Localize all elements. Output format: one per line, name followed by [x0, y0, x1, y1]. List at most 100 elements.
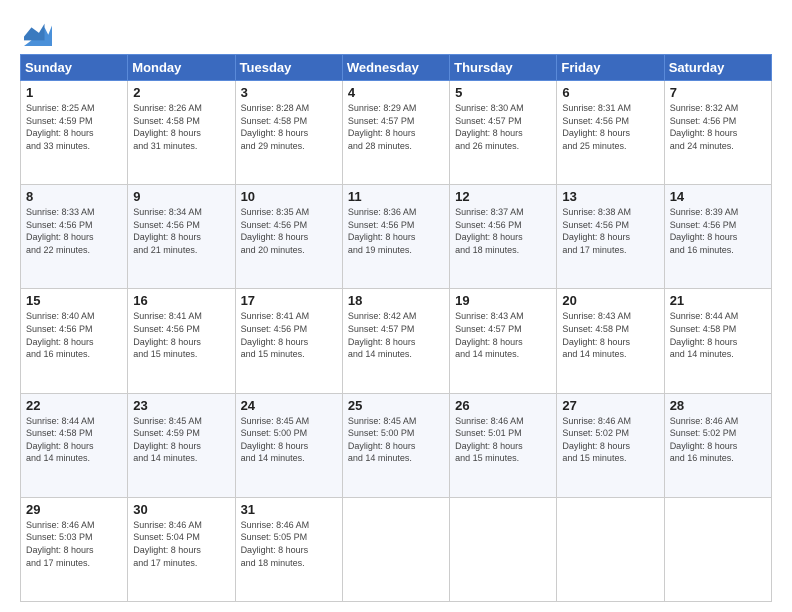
- cell-text: Sunrise: 8:45 AMSunset: 5:00 PMDaylight:…: [348, 415, 444, 465]
- calendar-cell: 21 Sunrise: 8:44 AMSunset: 4:58 PMDayligh…: [664, 289, 771, 393]
- day-number: 28: [670, 398, 766, 413]
- cell-text: Sunrise: 8:43 AMSunset: 4:57 PMDaylight:…: [455, 310, 551, 360]
- calendar-cell: 18 Sunrise: 8:42 AMSunset: 4:57 PMDayligh…: [342, 289, 449, 393]
- day-number: 21: [670, 293, 766, 308]
- day-number: 29: [26, 502, 122, 517]
- weekday-friday: Friday: [557, 55, 664, 81]
- cell-text: Sunrise: 8:46 AMSunset: 5:05 PMDaylight:…: [241, 519, 337, 569]
- calendar-cell: 12 Sunrise: 8:37 AMSunset: 4:56 PMDayligh…: [450, 185, 557, 289]
- cell-text: Sunrise: 8:43 AMSunset: 4:58 PMDaylight:…: [562, 310, 658, 360]
- day-number: 9: [133, 189, 229, 204]
- calendar-cell: 17 Sunrise: 8:41 AMSunset: 4:56 PMDayligh…: [235, 289, 342, 393]
- weekday-header-row: SundayMondayTuesdayWednesdayThursdayFrid…: [21, 55, 772, 81]
- week-row-4: 22Sunrise: 8:44 AMSunset: 4:58 PMDayligh…: [21, 393, 772, 497]
- cell-text: Sunrise: 8:44 AMSunset: 4:58 PMDaylight:…: [670, 310, 766, 360]
- calendar-cell: [450, 497, 557, 601]
- calendar-cell: 31 Sunrise: 8:46 AMSunset: 5:05 PMDayligh…: [235, 497, 342, 601]
- cell-text: Sunrise: 8:36 AMSunset: 4:56 PMDaylight:…: [348, 206, 444, 256]
- week-row-1: 1 Sunrise: 8:25 AMSunset: 4:59 PMDaylight…: [21, 81, 772, 185]
- weekday-monday: Monday: [128, 55, 235, 81]
- cell-text: Sunrise: 8:33 AMSunset: 4:56 PMDaylight:…: [26, 206, 122, 256]
- day-number: 5: [455, 85, 551, 100]
- calendar-cell: [557, 497, 664, 601]
- cell-text: Sunrise: 8:42 AMSunset: 4:57 PMDaylight:…: [348, 310, 444, 360]
- weekday-thursday: Thursday: [450, 55, 557, 81]
- day-number: 30: [133, 502, 229, 517]
- day-number: 26: [455, 398, 551, 413]
- logo-icon: [24, 18, 52, 46]
- cell-text: Sunrise: 8:46 AMSunset: 5:01 PMDaylight:…: [455, 415, 551, 465]
- calendar-cell: 24Sunrise: 8:45 AMSunset: 5:00 PMDayligh…: [235, 393, 342, 497]
- day-number: 11: [348, 189, 444, 204]
- calendar-cell: 11 Sunrise: 8:36 AMSunset: 4:56 PMDayligh…: [342, 185, 449, 289]
- calendar-cell: 5 Sunrise: 8:30 AMSunset: 4:57 PMDaylight…: [450, 81, 557, 185]
- week-row-2: 8 Sunrise: 8:33 AMSunset: 4:56 PMDaylight…: [21, 185, 772, 289]
- cell-text: Sunrise: 8:44 AMSunset: 4:58 PMDaylight:…: [26, 415, 122, 465]
- calendar-cell: 22Sunrise: 8:44 AMSunset: 4:58 PMDayligh…: [21, 393, 128, 497]
- calendar-cell: 2 Sunrise: 8:26 AMSunset: 4:58 PMDaylight…: [128, 81, 235, 185]
- cell-text: Sunrise: 8:30 AMSunset: 4:57 PMDaylight:…: [455, 102, 551, 152]
- header: [20, 16, 772, 46]
- calendar-cell: 6 Sunrise: 8:31 AMSunset: 4:56 PMDaylight…: [557, 81, 664, 185]
- cell-text: Sunrise: 8:45 AMSunset: 5:00 PMDaylight:…: [241, 415, 337, 465]
- calendar-cell: [342, 497, 449, 601]
- weekday-saturday: Saturday: [664, 55, 771, 81]
- week-row-5: 29 Sunrise: 8:46 AMSunset: 5:03 PMDayligh…: [21, 497, 772, 601]
- day-number: 15: [26, 293, 122, 308]
- day-number: 14: [670, 189, 766, 204]
- day-number: 12: [455, 189, 551, 204]
- cell-text: Sunrise: 8:34 AMSunset: 4:56 PMDaylight:…: [133, 206, 229, 256]
- cell-text: Sunrise: 8:46 AMSunset: 5:03 PMDaylight:…: [26, 519, 122, 569]
- calendar-cell: 10 Sunrise: 8:35 AMSunset: 4:56 PMDayligh…: [235, 185, 342, 289]
- cell-text: Sunrise: 8:46 AMSunset: 5:02 PMDaylight:…: [670, 415, 766, 465]
- cell-text: Sunrise: 8:31 AMSunset: 4:56 PMDaylight:…: [562, 102, 658, 152]
- cell-text: Sunrise: 8:26 AMSunset: 4:58 PMDaylight:…: [133, 102, 229, 152]
- day-number: 19: [455, 293, 551, 308]
- day-number: 10: [241, 189, 337, 204]
- cell-text: Sunrise: 8:25 AMSunset: 4:59 PMDaylight:…: [26, 102, 122, 152]
- day-number: 20: [562, 293, 658, 308]
- cell-text: Sunrise: 8:35 AMSunset: 4:56 PMDaylight:…: [241, 206, 337, 256]
- cell-text: Sunrise: 8:46 AMSunset: 5:02 PMDaylight:…: [562, 415, 658, 465]
- calendar-cell: [664, 497, 771, 601]
- calendar-cell: 23Sunrise: 8:45 AMSunset: 4:59 PMDayligh…: [128, 393, 235, 497]
- calendar-cell: 9 Sunrise: 8:34 AMSunset: 4:56 PMDaylight…: [128, 185, 235, 289]
- calendar-cell: 7Sunrise: 8:32 AMSunset: 4:56 PMDaylight…: [664, 81, 771, 185]
- cell-text: Sunrise: 8:46 AMSunset: 5:04 PMDaylight:…: [133, 519, 229, 569]
- calendar-cell: 29 Sunrise: 8:46 AMSunset: 5:03 PMDayligh…: [21, 497, 128, 601]
- day-number: 2: [133, 85, 229, 100]
- cell-text: Sunrise: 8:37 AMSunset: 4:56 PMDaylight:…: [455, 206, 551, 256]
- weekday-wednesday: Wednesday: [342, 55, 449, 81]
- cell-text: Sunrise: 8:29 AMSunset: 4:57 PMDaylight:…: [348, 102, 444, 152]
- cell-text: Sunrise: 8:41 AMSunset: 4:56 PMDaylight:…: [133, 310, 229, 360]
- day-number: 8: [26, 189, 122, 204]
- calendar-cell: 13Sunrise: 8:38 AMSunset: 4:56 PMDayligh…: [557, 185, 664, 289]
- calendar-cell: 14 Sunrise: 8:39 AMSunset: 4:56 PMDayligh…: [664, 185, 771, 289]
- day-number: 25: [348, 398, 444, 413]
- day-number: 1: [26, 85, 122, 100]
- day-number: 31: [241, 502, 337, 517]
- day-number: 17: [241, 293, 337, 308]
- cell-text: Sunrise: 8:45 AMSunset: 4:59 PMDaylight:…: [133, 415, 229, 465]
- day-number: 18: [348, 293, 444, 308]
- day-number: 13: [562, 189, 658, 204]
- day-number: 4: [348, 85, 444, 100]
- weekday-tuesday: Tuesday: [235, 55, 342, 81]
- cell-text: Sunrise: 8:40 AMSunset: 4:56 PMDaylight:…: [26, 310, 122, 360]
- calendar-cell: 4 Sunrise: 8:29 AMSunset: 4:57 PMDaylight…: [342, 81, 449, 185]
- cell-text: Sunrise: 8:32 AMSunset: 4:56 PMDaylight:…: [670, 102, 766, 152]
- calendar-cell: 19 Sunrise: 8:43 AMSunset: 4:57 PMDayligh…: [450, 289, 557, 393]
- cell-text: Sunrise: 8:41 AMSunset: 4:56 PMDaylight:…: [241, 310, 337, 360]
- calendar-cell: 27Sunrise: 8:46 AMSunset: 5:02 PMDayligh…: [557, 393, 664, 497]
- cell-text: Sunrise: 8:39 AMSunset: 4:56 PMDaylight:…: [670, 206, 766, 256]
- day-number: 6: [562, 85, 658, 100]
- calendar-cell: 25 Sunrise: 8:45 AMSunset: 5:00 PMDayligh…: [342, 393, 449, 497]
- day-number: 16: [133, 293, 229, 308]
- calendar-cell: 8 Sunrise: 8:33 AMSunset: 4:56 PMDaylight…: [21, 185, 128, 289]
- page: SundayMondayTuesdayWednesdayThursdayFrid…: [0, 0, 792, 612]
- calendar-cell: 28 Sunrise: 8:46 AMSunset: 5:02 PMDayligh…: [664, 393, 771, 497]
- calendar-table: SundayMondayTuesdayWednesdayThursdayFrid…: [20, 54, 772, 602]
- weekday-sunday: Sunday: [21, 55, 128, 81]
- calendar-cell: 3Sunrise: 8:28 AMSunset: 4:58 PMDaylight…: [235, 81, 342, 185]
- week-row-3: 15 Sunrise: 8:40 AMSunset: 4:56 PMDayligh…: [21, 289, 772, 393]
